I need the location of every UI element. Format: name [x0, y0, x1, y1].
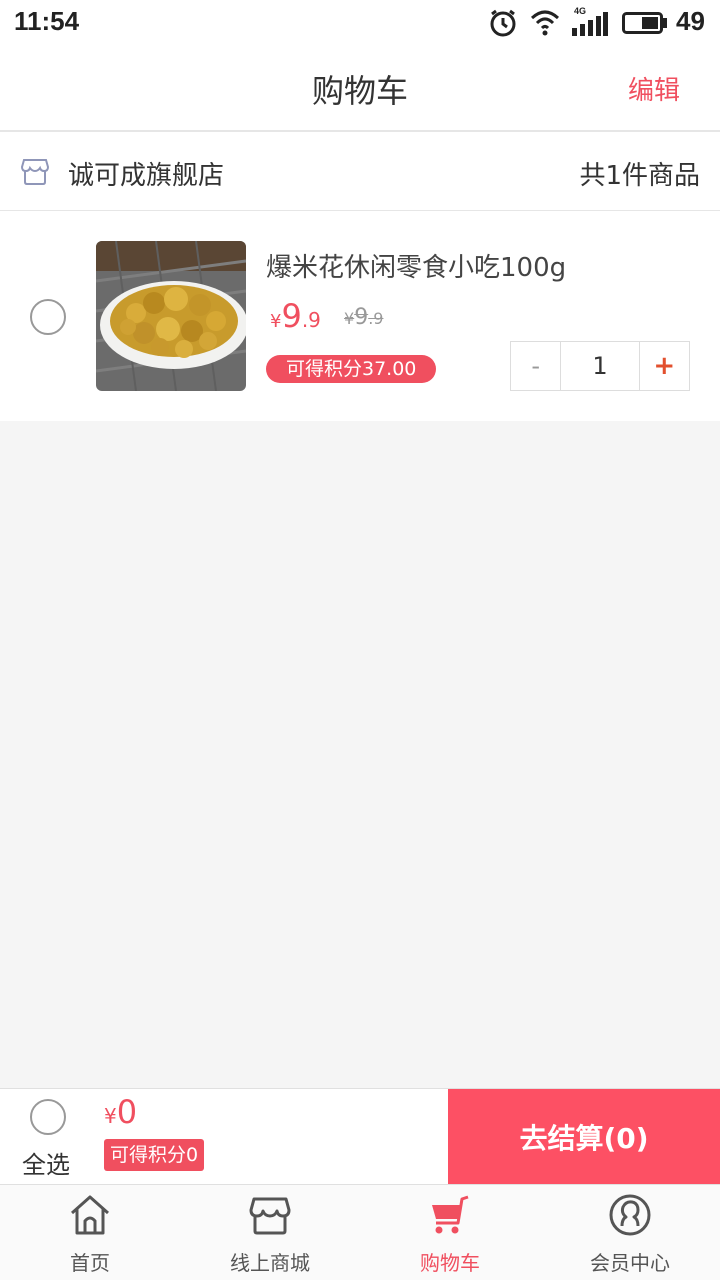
shop-icon — [249, 1197, 291, 1235]
currency-symbol: ¥ — [270, 311, 282, 332]
original-price-integer: 9 — [354, 305, 369, 330]
alarm-icon — [490, 9, 516, 37]
cart-page: 11:54 4G 49 购物车 编辑 诚可成旗舰店 共1件商品 爆米花休闲零食小… — [0, 0, 720, 1280]
total-currency-symbol: ¥ — [104, 1104, 117, 1128]
select-all-checkbox[interactable] — [30, 1099, 66, 1135]
original-price-decimal: .9 — [368, 309, 384, 328]
price-decimal: .9 — [301, 308, 321, 332]
cart-item: 爆米花休闲零食小吃100g ¥9.9 ¥9.9 可得积分37.00 - 1 + — [0, 211, 720, 421]
battery-level: 49 — [676, 6, 705, 36]
tab-label-cart: 购物车 — [420, 1251, 480, 1275]
tab-cart[interactable]: 购物车 — [360, 1185, 540, 1280]
price-integer: 9 — [281, 297, 302, 335]
decrease-button[interactable]: - — [511, 342, 560, 390]
product-image[interactable] — [96, 241, 246, 391]
tab-label-home: 首页 — [70, 1251, 110, 1275]
item-count: 共1件商品 — [579, 161, 700, 191]
cart-icon — [432, 1195, 469, 1234]
status-time: 11:54 — [14, 6, 80, 36]
original-price: ¥9.9 — [344, 305, 383, 330]
quantity-value[interactable]: 1 — [560, 342, 640, 390]
total-points-badge: 可得积分0 — [104, 1139, 205, 1171]
product-title[interactable]: 爆米花休闲零食小吃100g — [266, 247, 566, 284]
signal-icon — [572, 12, 608, 36]
member-icon — [609, 1194, 651, 1236]
tab-label-member: 会员中心 — [590, 1251, 670, 1275]
checkout-button[interactable]: 去结算(0) — [448, 1089, 720, 1185]
store-name: 诚可成旗舰店 — [68, 161, 225, 191]
quantity-stepper: - 1 + — [510, 341, 690, 391]
tab-bar: 首页 线上商城 购物车 会员中心 — [0, 1184, 720, 1280]
total-amount: 0 — [116, 1093, 138, 1131]
page-title: 购物车 — [311, 72, 408, 110]
tab-home[interactable]: 首页 — [0, 1185, 180, 1280]
tab-member[interactable]: 会员中心 — [540, 1185, 720, 1280]
store-icon — [20, 159, 50, 185]
store-row[interactable]: 诚可成旗舰店 共1件商品 — [0, 132, 720, 211]
tab-label-shop: 线上商城 — [230, 1251, 310, 1275]
total-price: ¥0 — [104, 1093, 137, 1131]
status-icons: 4G 49 — [488, 6, 708, 38]
home-icon — [71, 1195, 109, 1235]
current-price: ¥9.9 — [270, 297, 321, 335]
status-bar: 11:54 4G 49 — [0, 0, 720, 44]
points-badge: 可得积分37.00 — [266, 355, 437, 383]
select-all-label[interactable]: 全选 — [22, 1145, 70, 1180]
wifi-icon — [530, 10, 560, 36]
original-currency-symbol: ¥ — [344, 309, 355, 328]
header: 购物车 编辑 — [0, 44, 720, 132]
battery-icon — [622, 12, 667, 34]
edit-button[interactable]: 编辑 — [628, 70, 680, 107]
tab-shop[interactable]: 线上商城 — [180, 1185, 360, 1280]
item-checkbox[interactable] — [30, 299, 66, 335]
checkout-bar: 全选 ¥0 可得积分0 去结算(0) — [0, 1088, 720, 1185]
increase-button[interactable]: + — [640, 342, 689, 390]
